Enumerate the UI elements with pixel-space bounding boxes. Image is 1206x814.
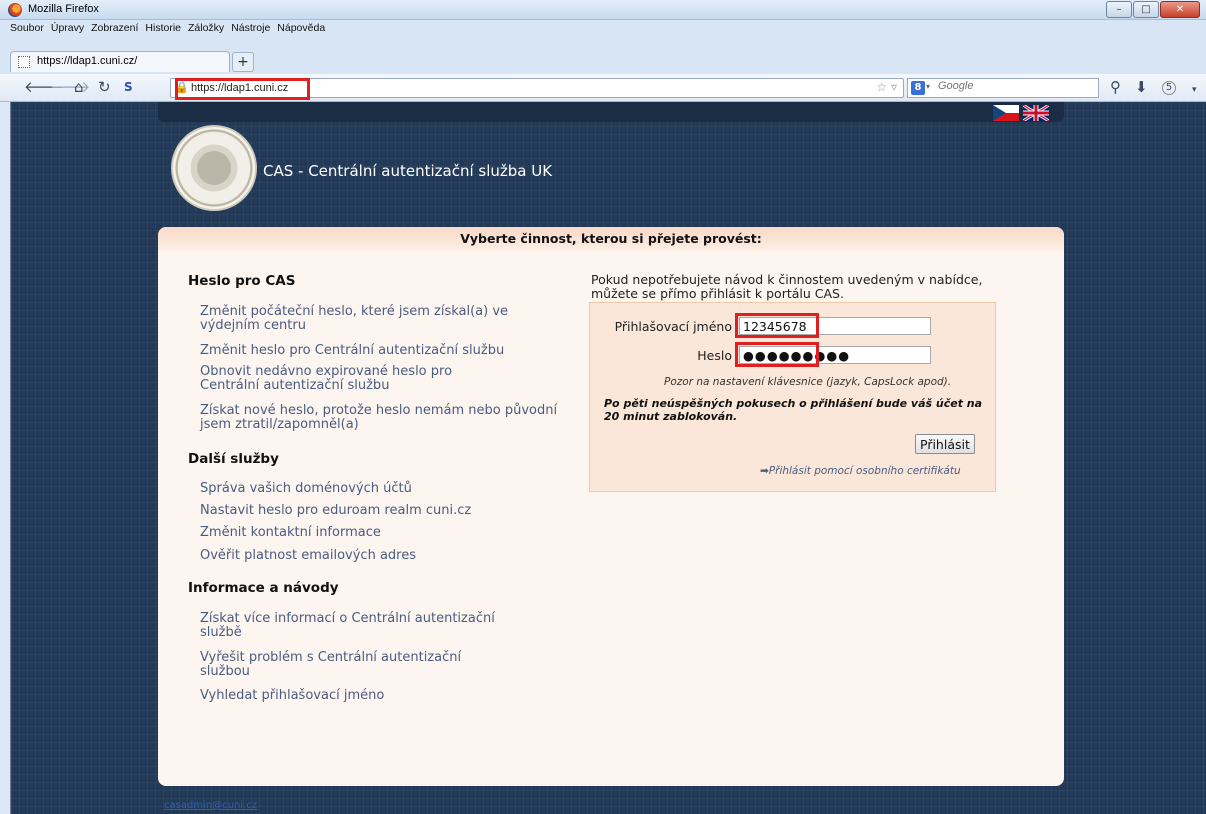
- engine-dropdown-icon[interactable]: ▾: [926, 82, 930, 91]
- czech-flag-icon[interactable]: [993, 105, 1019, 121]
- link-change-cas-password[interactable]: Změnit heslo pro Centrální autentizační …: [200, 344, 570, 358]
- tab-ldap1[interactable]: https://ldap1.cuni.cz/: [10, 51, 230, 72]
- username-label: Přihlašovací jméno: [614, 319, 732, 334]
- section-title-password: Heslo pro CAS: [188, 273, 296, 289]
- password-label: Heslo: [697, 348, 732, 363]
- admin-email-link[interactable]: casadmin@cuni.cz: [164, 800, 257, 811]
- search-magnifier-icon[interactable]: ⚲: [1110, 79, 1121, 96]
- university-seal-logo: [171, 125, 257, 211]
- downloads-count-badge[interactable]: 5: [1162, 81, 1176, 95]
- google-engine-icon[interactable]: 8: [911, 81, 925, 95]
- link-verify-emails[interactable]: Ověřit platnost emailových adres: [200, 549, 570, 563]
- addon-s-icon[interactable]: S: [124, 79, 133, 96]
- new-tab-button[interactable]: +: [232, 52, 254, 72]
- close-button[interactable]: ✕: [1160, 1, 1200, 18]
- maximize-button[interactable]: □: [1133, 1, 1159, 18]
- page-left-edge: [0, 102, 10, 814]
- search-input[interactable]: [938, 80, 1088, 92]
- forward-arrow-icon[interactable]: 🡒: [50, 79, 90, 96]
- username-highlight-box: [735, 313, 819, 338]
- link-find-username[interactable]: Vyhledat přihlašovací jméno: [200, 689, 570, 703]
- link-contact-info[interactable]: Změnit kontaktní informace: [200, 526, 570, 540]
- uk-flag-icon[interactable]: [1023, 105, 1049, 121]
- window-controls: – □ ✕: [1106, 1, 1200, 18]
- window-titlebar: Mozilla Firefox – □ ✕: [0, 0, 1206, 20]
- section-title-info: Informace a návody: [188, 580, 339, 596]
- toolbar-menu-chevron-icon[interactable]: ▾: [1192, 82, 1197, 99]
- link-change-initial-password[interactable]: Změnit počáteční heslo, které jsem získa…: [200, 305, 570, 333]
- lockout-warning: Po pěti neúspěšných pokusech o přihlášen…: [604, 397, 983, 423]
- search-bar[interactable]: 8 ▾: [907, 78, 1099, 98]
- site-title: CAS - Centrální autentizační služba UK: [263, 162, 553, 180]
- link-eduroam-password[interactable]: Nastavit heslo pro eduroam realm cuni.cz: [200, 504, 570, 518]
- tab-label: https://ldap1.cuni.cz/: [37, 55, 138, 67]
- login-submit-button[interactable]: Přihlásit: [915, 434, 975, 454]
- panel-header: Vyberte činnost, kterou si přejete prové…: [158, 227, 1064, 251]
- keyboard-note: Pozor na nastavení klávesnice (jazyk, Ca…: [664, 376, 952, 388]
- firefox-logo-icon: [8, 3, 22, 17]
- page-favicon-icon: [18, 56, 30, 68]
- menu-zalozky[interactable]: Záložky: [188, 22, 224, 34]
- certificate-login-link[interactable]: ➡Přihlásit pomocí osobního certifikátu: [760, 465, 961, 477]
- link-more-info[interactable]: Získat více informací o Centrální autent…: [200, 612, 540, 640]
- menu-upravy[interactable]: Úpravy: [51, 22, 84, 34]
- tab-bar: https://ldap1.cuni.cz/ +: [0, 36, 1206, 74]
- link-get-new-password[interactable]: Získat nové heslo, protože heslo nemám n…: [200, 404, 560, 432]
- menubar: Soubor Úpravy Zobrazení Historie Záložky…: [0, 20, 1206, 36]
- section-title-other-services: Další služby: [188, 451, 279, 467]
- menu-napoveda[interactable]: Nápověda: [277, 22, 325, 34]
- window-title: Mozilla Firefox: [28, 3, 99, 15]
- bookmark-star-icon[interactable]: ☆ ▿: [876, 80, 897, 94]
- download-icon[interactable]: ⬇: [1135, 79, 1148, 96]
- minimize-button[interactable]: –: [1106, 1, 1132, 18]
- link-renew-expired-password[interactable]: Obnovit nedávno expirované heslo pro Cen…: [200, 365, 500, 393]
- menu-zobrazeni[interactable]: Zobrazení: [91, 22, 138, 34]
- menu-nastroje[interactable]: Nástroje: [231, 22, 270, 34]
- login-intro-text: Pokud nepotřebujete návod k činnostem uv…: [591, 272, 983, 301]
- link-domain-accounts[interactable]: Správa vašich doménových účtů: [200, 482, 570, 496]
- reload-icon[interactable]: ↻: [98, 79, 111, 96]
- language-strip: [158, 102, 1064, 122]
- menu-soubor[interactable]: Soubor: [10, 22, 44, 34]
- url-highlight-box: [175, 78, 310, 100]
- link-solve-problem[interactable]: Vyřešit problém s Centrální autentizační…: [200, 651, 500, 679]
- home-icon[interactable]: ⌂: [74, 79, 84, 96]
- menu-historie[interactable]: Historie: [145, 22, 181, 34]
- password-highlight-box: [735, 342, 819, 367]
